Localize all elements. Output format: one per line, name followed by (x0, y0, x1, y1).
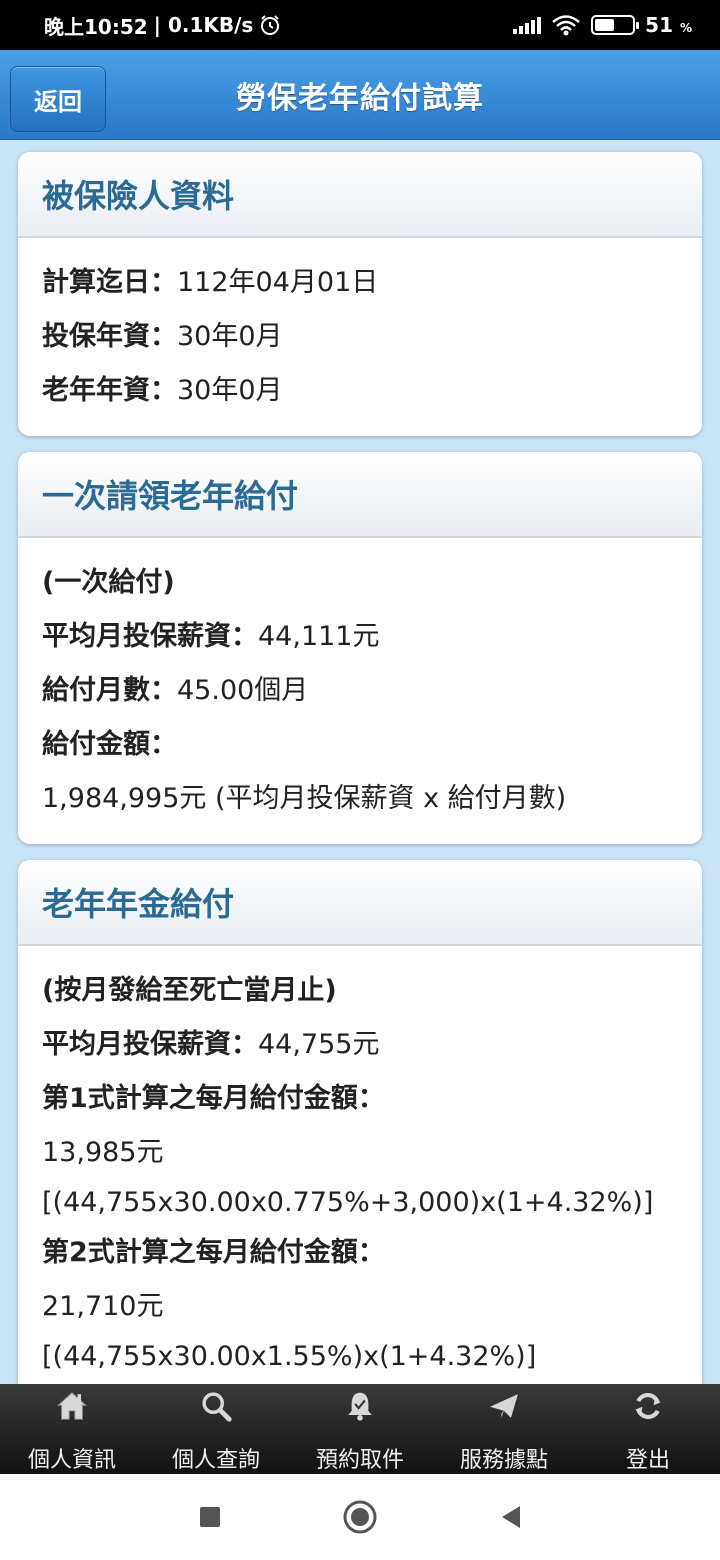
formula1-expression: [(44,755x30.00x0.775%+3,000)x(1+4.32%)] (42, 1187, 654, 1218)
nav-logout-label: 登出 (625, 1448, 670, 1473)
nav-personal-query[interactable]: 個人查詢 (144, 1384, 288, 1474)
payment-months-value: 45.00個月 (177, 675, 309, 706)
lump-avg-salary-value: 44,111元 (258, 621, 380, 652)
status-right: 51 % (513, 13, 692, 37)
formula1-amount: 13,985元 (42, 1137, 164, 1168)
calc-date-row: 計算迄日：112年04月01日 (42, 256, 678, 310)
insured-info-card: 被保險人資料 計算迄日：112年04月01日 投保年資：30年0月 老年年資：3… (18, 152, 702, 436)
old-age-years-label: 老年年資： (42, 375, 177, 406)
battery-fill (595, 19, 614, 31)
status-time: 晚上10:52 (44, 14, 148, 39)
system-nav-bar (0, 1474, 720, 1560)
nav-logout[interactable]: 登出 (576, 1384, 720, 1474)
pension-subtitle: (按月發給至死亡當月止) (42, 975, 337, 1006)
wifi-icon (552, 15, 580, 36)
nav-appointment[interactable]: 預約取件 (288, 1384, 432, 1474)
alarm-clock-icon (261, 15, 280, 35)
lump-avg-salary-row: 平均月投保薪資：44,111元 (42, 610, 678, 664)
nav-service-points[interactable]: 服務據點 (432, 1384, 576, 1474)
nav-service-points-label: 服務據點 (459, 1448, 548, 1473)
lump-sum-card: 一次請領老年給付 (一次給付) 平均月投保薪資：44,111元 給付月數：45.… (18, 452, 702, 844)
lump-sum-card-body: (一次給付) 平均月投保薪資：44,111元 給付月數：45.00個月 給付金額… (18, 538, 702, 844)
calc-date-label: 計算迄日： (42, 267, 177, 298)
pension-avg-salary-value: 44,755元 (258, 1029, 380, 1060)
formula2-amount: 21,710元 (42, 1291, 164, 1322)
insured-years-label: 投保年資： (42, 321, 177, 352)
formula2-label: 第2式計算之每月給付金額： (42, 1237, 385, 1268)
nav-personal-query-label: 個人查詢 (171, 1448, 260, 1473)
pension-avg-salary-row: 平均月投保薪資：44,755元 (42, 1018, 678, 1072)
recents-button[interactable] (198, 1505, 222, 1529)
calc-date-value: 112年04月01日 (177, 267, 379, 298)
bottom-nav: 個人資訊 個人查詢 預約取件 服務據點 登出 (0, 1384, 720, 1474)
insured-info-card-title: 被保險人資料 (18, 152, 702, 238)
pension-card-title: 老年年金給付 (18, 860, 702, 946)
pension-avg-salary-label: 平均月投保薪資： (42, 1029, 258, 1060)
magnifier-icon (202, 1392, 232, 1422)
formula1-label: 第1式計算之每月給付金額： (42, 1083, 385, 1114)
refresh-icon (635, 1393, 661, 1419)
insured-info-card-body: 計算迄日：112年04月01日 投保年資：30年0月 老年年資：30年0月 (18, 238, 702, 436)
back-nav-button[interactable] (498, 1504, 522, 1530)
status-bar: 晚上10:52 | 0.1KB/s 51 % (0, 0, 720, 50)
formula2-expression: [(44,755x30.00x1.55%)x(1+4.32%)] (42, 1341, 537, 1372)
status-network-speed: | 0.1KB/s (153, 13, 254, 37)
insured-years-value: 30年0月 (177, 321, 283, 352)
back-button[interactable]: 返回 (10, 66, 106, 132)
lump-sum-card-title: 一次請領老年給付 (18, 452, 702, 538)
nav-personal-info[interactable]: 個人資訊 (0, 1384, 144, 1474)
battery-icon (591, 15, 640, 35)
cellular-signal-icon (513, 16, 542, 34)
old-age-years-row: 老年年資：30年0月 (42, 364, 678, 418)
page-title: 勞保老年給付試算 (236, 80, 484, 116)
pension-card-body: (按月發給至死亡當月止) 平均月投保薪資：44,755元 第1式計算之每月給付金… (18, 946, 702, 1384)
lump-avg-salary-label: 平均月投保薪資： (42, 621, 258, 652)
content-area[interactable]: 被保險人資料 計算迄日：112年04月01日 投保年資：30年0月 老年年資：3… (0, 140, 720, 1384)
paper-plane-icon (490, 1394, 518, 1418)
insured-years-row: 投保年資：30年0月 (42, 310, 678, 364)
payment-amount-label: 給付金額： (42, 729, 177, 760)
app-header: 返回 勞保老年給付試算 (0, 50, 720, 140)
payment-amount-value: 1,984,995元 (平均月投保薪資 x 給付月數) (42, 783, 567, 814)
lump-sum-subtitle: (一次給付) (42, 567, 175, 598)
home-icon (56, 1392, 88, 1420)
old-age-years-value: 30年0月 (177, 375, 283, 406)
payment-months-label: 給付月數： (42, 675, 177, 706)
home-button[interactable] (342, 1499, 378, 1535)
status-left: 晚上10:52 | 0.1KB/s (44, 11, 281, 40)
bell-icon (348, 1392, 372, 1421)
nav-personal-info-label: 個人資訊 (27, 1448, 116, 1473)
battery-percent: 51 % (645, 13, 692, 37)
nav-appointment-label: 預約取件 (315, 1448, 404, 1473)
payment-months-row: 給付月數：45.00個月 (42, 664, 678, 718)
pension-card: 老年年金給付 (按月發給至死亡當月止) 平均月投保薪資：44,755元 第1式計… (18, 860, 702, 1384)
